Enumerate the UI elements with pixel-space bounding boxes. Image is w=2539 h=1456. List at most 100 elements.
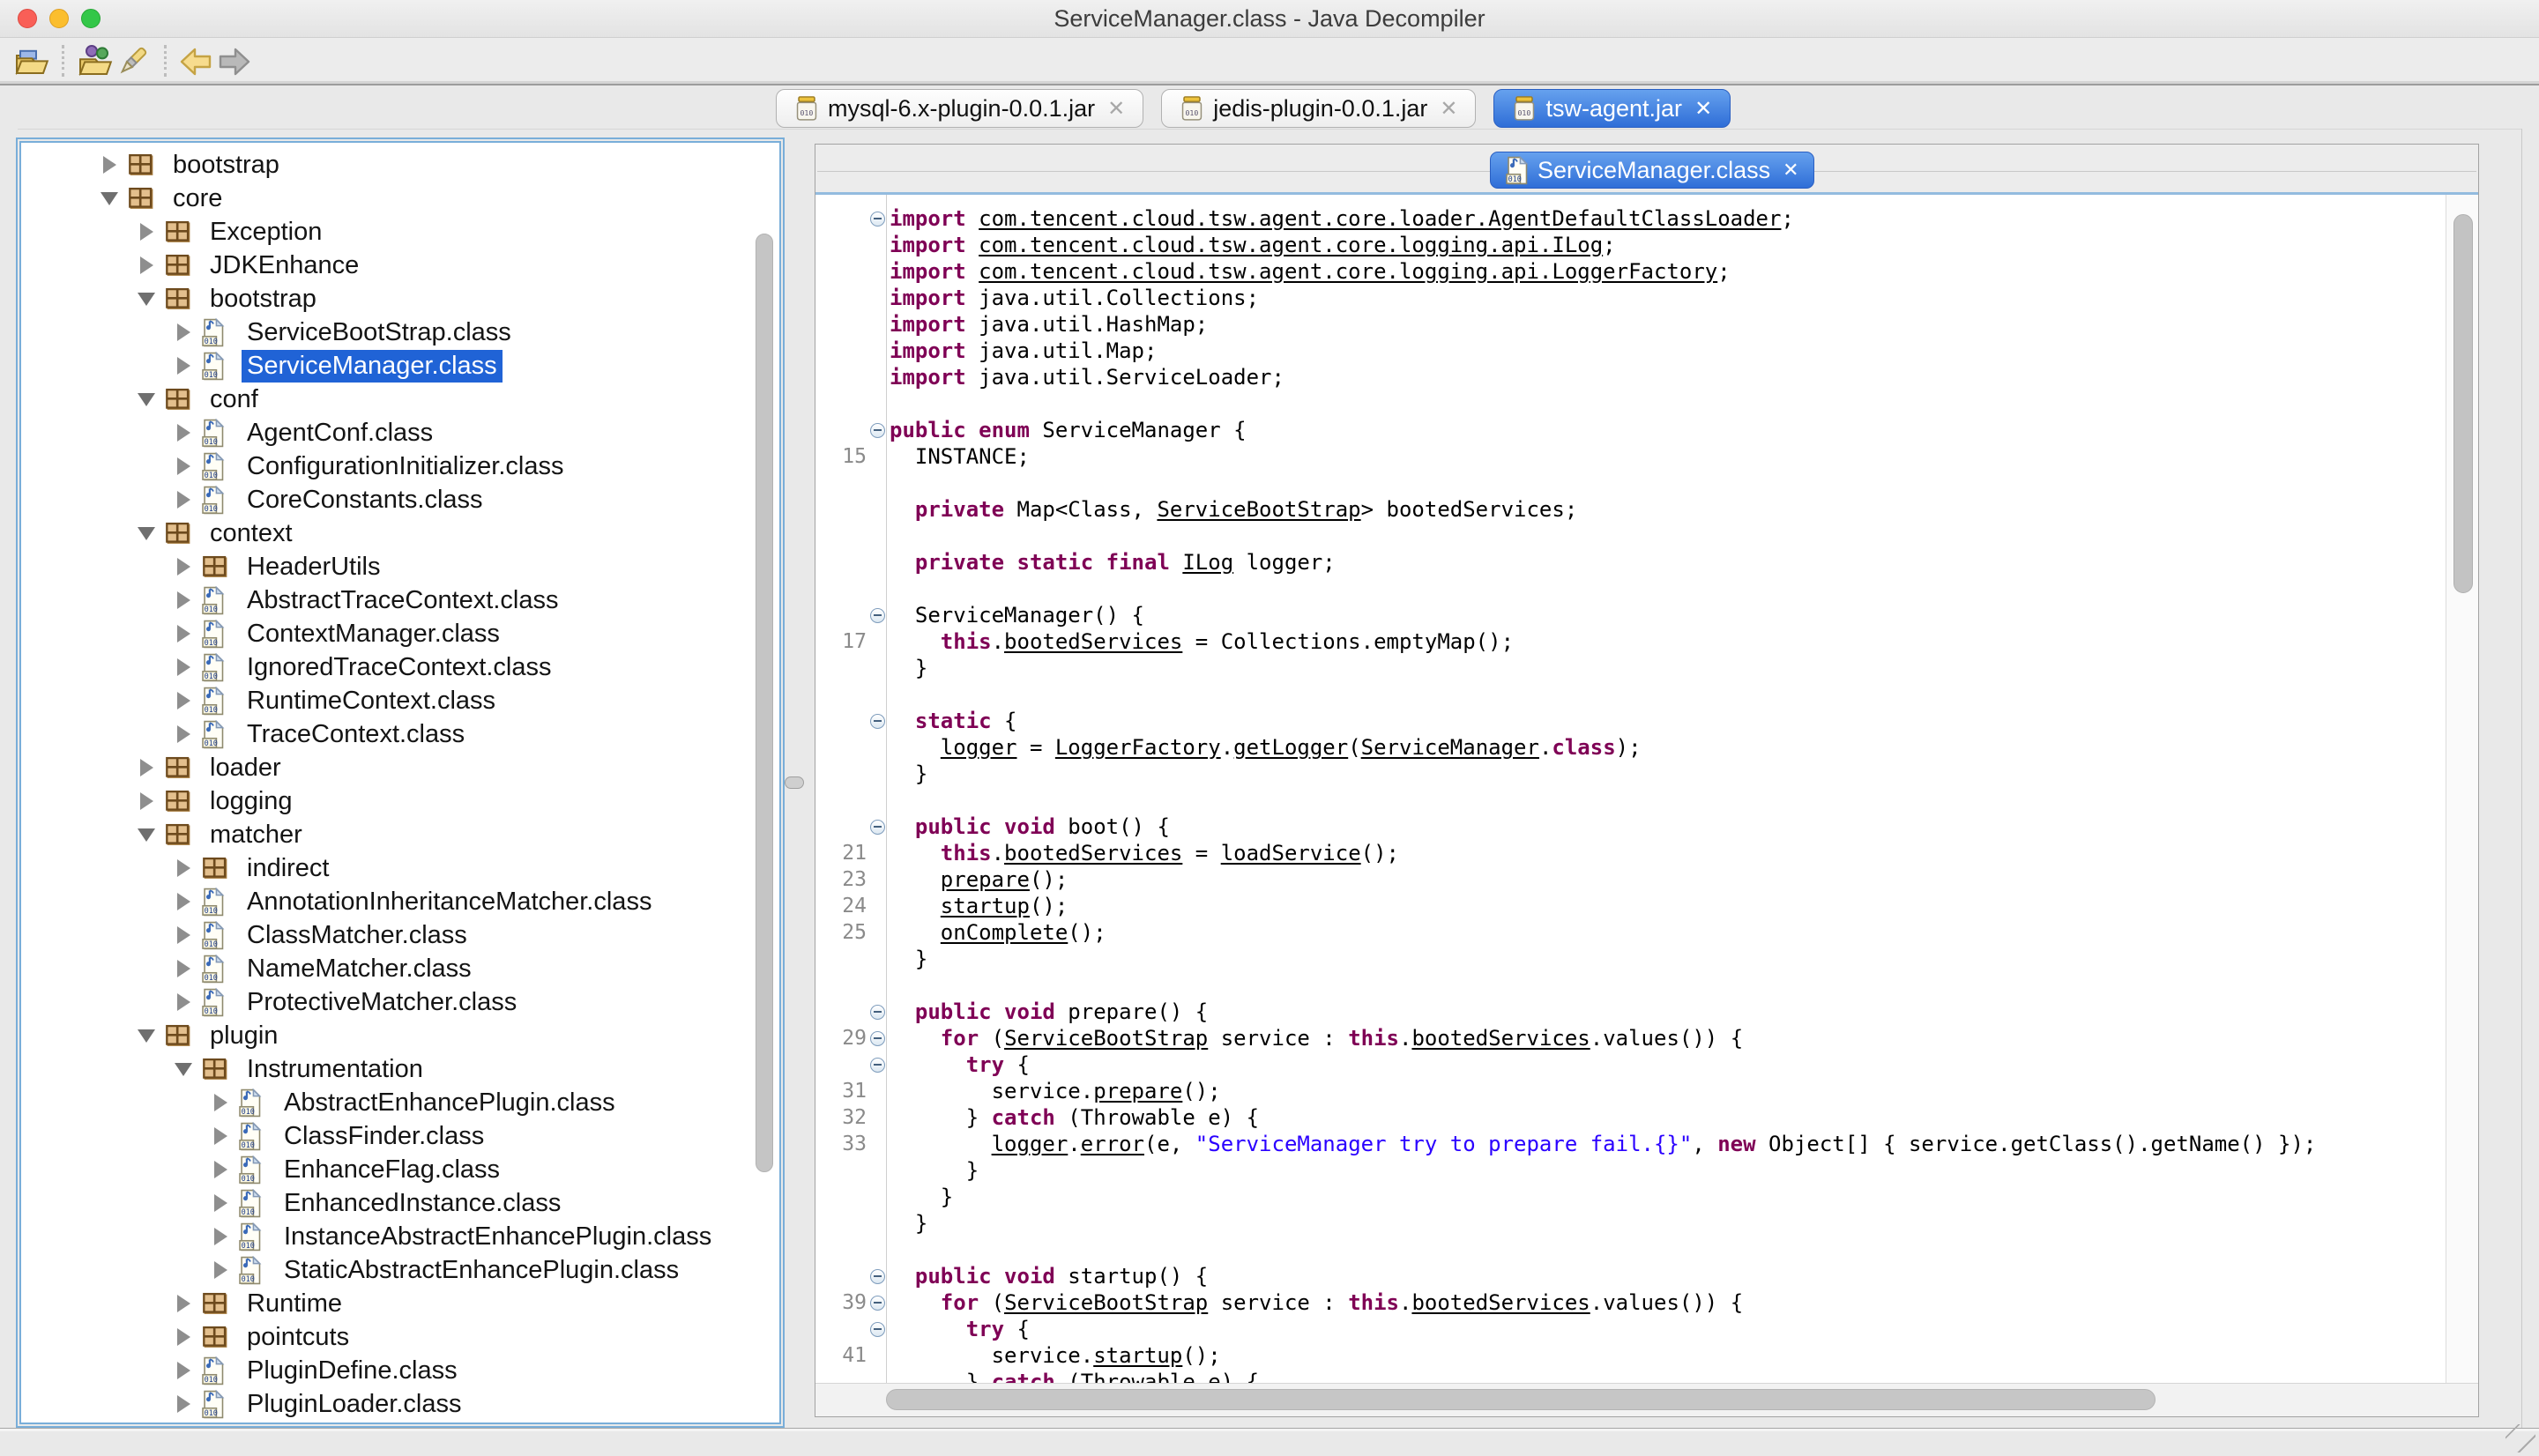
tree-item[interactable]: 010ServiceManager.class (21, 349, 779, 383)
collapse-fold-icon[interactable] (870, 1058, 885, 1073)
expand-arrow-icon[interactable] (173, 893, 194, 910)
expand-arrow-icon[interactable] (173, 591, 194, 609)
tree-item[interactable]: 010RuntimeContext.class (21, 684, 779, 717)
tree-item[interactable]: 010ClassMatcher.class (21, 918, 779, 952)
expand-arrow-icon[interactable] (210, 1261, 231, 1279)
expand-arrow-icon[interactable] (136, 759, 157, 776)
code-vertical-scrollbar-thumb[interactable] (2453, 214, 2473, 593)
tree-item[interactable]: logging (21, 784, 779, 818)
collapse-fold-icon[interactable] (870, 1296, 885, 1311)
splitter-handle[interactable] (785, 776, 804, 789)
code-link[interactable]: ILog (1182, 550, 1233, 575)
close-icon[interactable]: ✕ (1440, 96, 1457, 122)
code-link[interactable]: startup (1093, 1343, 1182, 1368)
tree-item[interactable]: 010NameMatcher.class (21, 952, 779, 985)
collapse-fold-icon[interactable] (870, 1322, 885, 1337)
collapse-arrow-icon[interactable] (136, 393, 157, 406)
tree-item[interactable]: 010ClassFinder.class (21, 1119, 779, 1153)
expand-arrow-icon[interactable] (173, 491, 194, 509)
code-link[interactable]: loadService (1221, 841, 1361, 865)
editor-tab[interactable]: 010 ServiceManager.class ✕ (1490, 152, 1814, 189)
tree-item[interactable]: Instrumentation (21, 1052, 779, 1086)
collapse-arrow-icon[interactable] (136, 527, 157, 540)
expand-arrow-icon[interactable] (210, 1161, 231, 1178)
open-type-icon[interactable] (76, 43, 115, 80)
code-link[interactable]: ServiceBootStrap (1004, 1026, 1208, 1051)
expand-arrow-icon[interactable] (173, 424, 194, 442)
code-link[interactable]: ServiceManager (1361, 735, 1539, 760)
tree-item[interactable]: 010ConfigurationInitializer.class (21, 449, 779, 483)
expand-arrow-icon[interactable] (173, 859, 194, 877)
expand-arrow-icon[interactable] (173, 960, 194, 977)
tree-item[interactable]: bootstrap (21, 148, 779, 182)
tree-item[interactable]: JDKEnhance (21, 249, 779, 282)
tree-vertical-scrollbar[interactable] (756, 234, 773, 1172)
code-link[interactable]: startup (941, 894, 1030, 918)
code-link[interactable]: bootedServices (1411, 1026, 1590, 1051)
code-link[interactable]: bootedServices (1004, 629, 1182, 654)
expand-arrow-icon[interactable] (173, 692, 194, 709)
tree-item[interactable]: core (21, 182, 779, 215)
code-link[interactable]: com.tencent.cloud.tsw.agent.core.loader.… (979, 206, 1781, 231)
search-icon[interactable] (113, 43, 152, 80)
expand-arrow-icon[interactable] (173, 625, 194, 643)
collapse-arrow-icon[interactable] (99, 192, 120, 205)
close-icon[interactable]: ✕ (1783, 159, 1798, 182)
tree-item[interactable]: 010PluginLoader.class (21, 1387, 779, 1421)
code-link[interactable]: bootedServices (1411, 1290, 1590, 1315)
code-link[interactable]: ServiceBootStrap (1004, 1290, 1208, 1315)
collapse-arrow-icon[interactable] (173, 1063, 194, 1076)
expand-arrow-icon[interactable] (173, 323, 194, 341)
expand-arrow-icon[interactable] (136, 256, 157, 274)
expand-arrow-icon[interactable] (173, 357, 194, 375)
expand-arrow-icon[interactable] (173, 926, 194, 944)
expand-arrow-icon[interactable] (210, 1228, 231, 1245)
collapse-arrow-icon[interactable] (136, 828, 157, 842)
expand-arrow-icon[interactable] (173, 1362, 194, 1379)
tree-item[interactable]: 010AgentConf.class (21, 416, 779, 449)
tree-item[interactable]: loader (21, 751, 779, 784)
tree-item[interactable]: 010ServiceBootStrap.class (21, 316, 779, 349)
collapse-arrow-icon[interactable] (136, 1029, 157, 1043)
tree-item[interactable]: 010ProtectiveMatcher.class (21, 985, 779, 1019)
code-link[interactable]: ServiceBootStrap (1157, 497, 1360, 522)
collapse-fold-icon[interactable] (870, 608, 885, 623)
code-link[interactable]: getLogger (1233, 735, 1348, 760)
close-icon[interactable]: ✕ (1107, 96, 1125, 122)
expand-arrow-icon[interactable] (173, 725, 194, 743)
tree-item[interactable]: 010AbstractTraceContext.class (21, 583, 779, 617)
expand-arrow-icon[interactable] (173, 658, 194, 676)
tree-item[interactable]: context (21, 516, 779, 550)
collapse-fold-icon[interactable] (870, 820, 885, 835)
expand-arrow-icon[interactable] (173, 993, 194, 1011)
collapse-fold-icon[interactable] (870, 714, 885, 729)
forward-icon[interactable] (215, 43, 254, 80)
tree-item[interactable]: HeaderUtils (21, 550, 779, 583)
tree-item[interactable]: 010PluginDefine.class (21, 1354, 779, 1387)
expand-arrow-icon[interactable] (173, 457, 194, 475)
tree-item[interactable]: 010CoreConstants.class (21, 483, 779, 516)
tree-item[interactable]: 010IgnoredTraceContext.class (21, 650, 779, 684)
tree-item[interactable]: matcher (21, 818, 779, 851)
tree-item[interactable]: 010StaticAbstractEnhancePlugin.class (21, 1253, 779, 1287)
expand-arrow-icon[interactable] (173, 558, 194, 576)
close-icon[interactable]: ✕ (1694, 96, 1712, 122)
collapse-fold-icon[interactable] (870, 212, 885, 227)
jar-tab[interactable]: 010jedis-plugin-0.0.1.jar✕ (1161, 89, 1476, 128)
tree-item[interactable]: 010EnhancedInstance.class (21, 1186, 779, 1220)
expand-arrow-icon[interactable] (173, 1328, 194, 1346)
code-link[interactable]: bootedServices (1004, 841, 1182, 865)
collapse-fold-icon[interactable] (870, 1031, 885, 1046)
code-link[interactable]: logger (992, 1132, 1068, 1156)
tree-item[interactable]: bootstrap (21, 282, 779, 316)
tree-item[interactable]: 010TraceContext.class (21, 717, 779, 751)
collapse-fold-icon[interactable] (870, 1269, 885, 1284)
tree-item[interactable]: indirect (21, 851, 779, 885)
expand-arrow-icon[interactable] (173, 1295, 194, 1312)
code-horizontal-scrollbar-thumb[interactable] (886, 1389, 2156, 1410)
tree-item[interactable]: Exception (21, 215, 779, 249)
expand-arrow-icon[interactable] (99, 156, 120, 174)
code-link[interactable]: LoggerFactory (1055, 735, 1221, 760)
expand-arrow-icon[interactable] (210, 1127, 231, 1145)
code-link[interactable]: com.tencent.cloud.tsw.agent.core.logging… (979, 233, 1603, 257)
